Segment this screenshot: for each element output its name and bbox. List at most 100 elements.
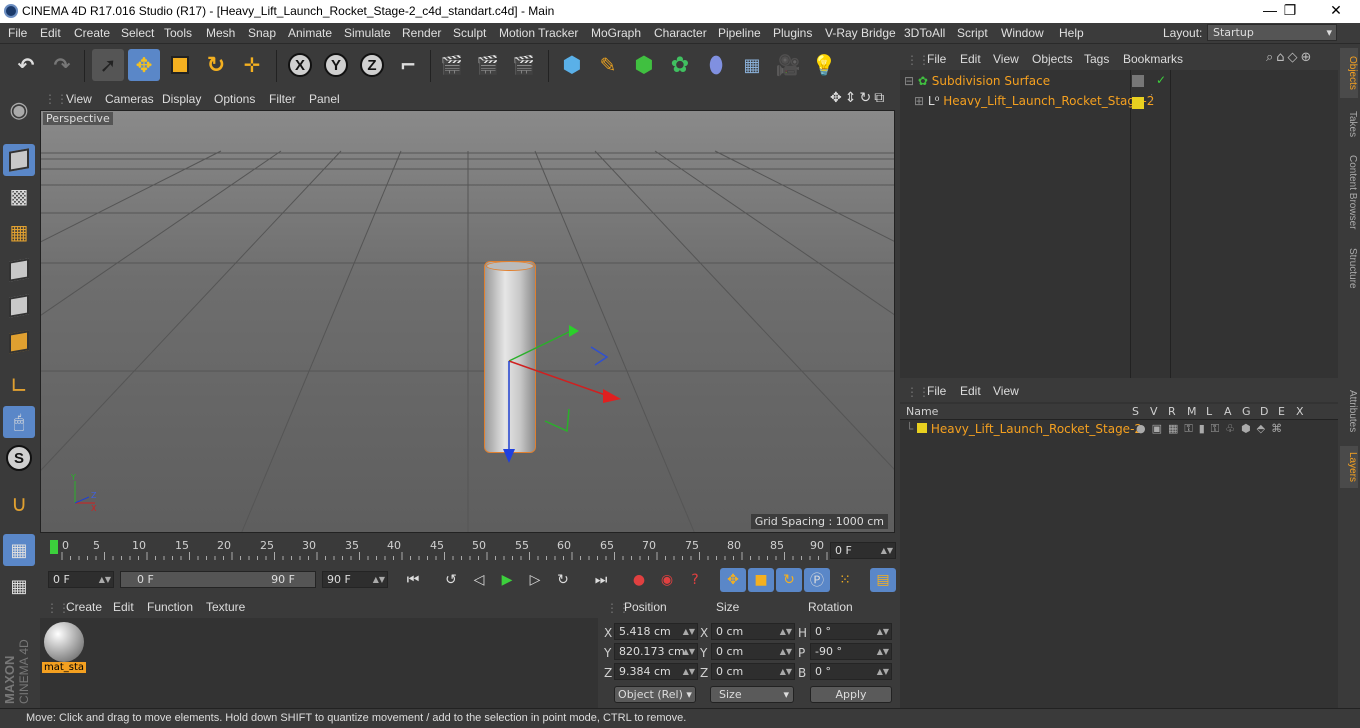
- object-search-icons[interactable]: ⌕⌂◇⊕: [1266, 50, 1314, 65]
- y-axis-button[interactable]: Y: [320, 49, 352, 81]
- z-axis-button[interactable]: Z: [356, 49, 388, 81]
- pen-icon[interactable]: ✎: [592, 49, 624, 81]
- move-icon[interactable]: ✥: [128, 49, 160, 81]
- menu-tools[interactable]: Tools: [164, 26, 192, 40]
- size-x-field[interactable]: 0 cm ▲▼: [711, 623, 795, 640]
- layout-select[interactable]: Startup ▾: [1207, 24, 1337, 41]
- texture-mode-icon[interactable]: ▩: [3, 180, 35, 212]
- timeline-window-icon[interactable]: ▤: [870, 568, 896, 592]
- floor-icon[interactable]: ▦: [736, 49, 768, 81]
- material-swatch[interactable]: mat_sta: [42, 620, 86, 678]
- menu-edit[interactable]: Edit: [40, 26, 61, 40]
- viewport-nav-icons[interactable]: ✥⇕↻⧉: [830, 90, 887, 106]
- object-row-subdivision[interactable]: ⊟ ✿ Subdivision Surface ✓: [904, 73, 1330, 92]
- menu-render[interactable]: Render: [402, 26, 441, 40]
- menu-vray-bridge[interactable]: V-Ray Bridge: [825, 26, 896, 40]
- menu-help[interactable]: Help: [1059, 26, 1084, 40]
- layer-color-swatch[interactable]: [917, 423, 928, 433]
- record-keys-icon[interactable]: ●: [626, 568, 652, 592]
- cube-icon[interactable]: ⬢: [556, 49, 588, 81]
- mograph-cloner-icon[interactable]: ✿: [664, 49, 696, 81]
- render-view-icon[interactable]: 🎬: [436, 49, 468, 81]
- position-y-field[interactable]: 820.173 cm ▲▼: [614, 643, 698, 660]
- tab-takes[interactable]: Takes: [1340, 104, 1358, 144]
- coordinate-mode-dropdown[interactable]: Object (Rel) ▾: [614, 686, 696, 703]
- start-frame-field[interactable]: 0 F ▲▼: [48, 571, 114, 588]
- menu-sculpt[interactable]: Sculpt: [453, 26, 486, 40]
- objects-menu-view[interactable]: View: [993, 52, 1019, 66]
- menu-plugins[interactable]: Plugins: [773, 26, 812, 40]
- play-icon[interactable]: ▶: [494, 568, 520, 592]
- tab-content-browser[interactable]: Content Browser: [1340, 148, 1358, 236]
- previous-key-icon[interactable]: ↺: [438, 568, 464, 592]
- viewport-menu-filter[interactable]: Filter: [269, 92, 296, 106]
- objects-menu-file[interactable]: File: [927, 52, 946, 66]
- polygons-mode-icon[interactable]: [3, 326, 35, 358]
- viewport-menu-panel[interactable]: Panel: [309, 92, 340, 106]
- edges-mode-icon[interactable]: [3, 290, 35, 322]
- objects-menu-edit[interactable]: Edit: [960, 52, 981, 66]
- coordinate-system-icon[interactable]: ⌐: [392, 49, 424, 81]
- material-menu-texture[interactable]: Texture: [206, 600, 245, 614]
- previous-frame-icon[interactable]: ◁: [466, 568, 492, 592]
- model-mode-icon[interactable]: [3, 144, 35, 176]
- menu-snap[interactable]: Snap: [248, 26, 276, 40]
- maximize-button[interactable]: ❐: [1270, 2, 1310, 19]
- layer-color-swatch[interactable]: [1132, 97, 1144, 109]
- axis-mode-icon[interactable]: ∟: [3, 370, 35, 402]
- material-menu-edit[interactable]: Edit: [113, 600, 134, 614]
- layers-menu-file[interactable]: File: [927, 384, 946, 398]
- tweak-mode-icon[interactable]: 🖱: [3, 406, 35, 438]
- end-frame-field[interactable]: 90 F ▲▼: [322, 571, 388, 588]
- timeline-ruler[interactable]: 0 5 10 15 20 25 30 35 40 45 50 55 60 65 …: [40, 536, 898, 566]
- key-parameter-icon[interactable]: Ⓟ: [804, 568, 830, 592]
- live-select-icon[interactable]: ➚: [92, 49, 124, 81]
- viewport-menu-cameras[interactable]: Cameras: [105, 92, 154, 106]
- tab-layers[interactable]: Layers: [1340, 446, 1358, 488]
- subdivision-icon[interactable]: ⬢: [628, 49, 660, 81]
- menu-file[interactable]: File: [8, 26, 27, 40]
- viewport-perspective[interactable]: Perspective Y Z X Grid Spacing : 1000 cm: [40, 110, 895, 533]
- layers-menu-edit[interactable]: Edit: [960, 384, 981, 398]
- key-position-icon[interactable]: ✥: [720, 568, 746, 592]
- autokey-icon[interactable]: ◉: [654, 568, 680, 592]
- lock-workplane-icon[interactable]: ▦: [3, 534, 35, 566]
- scale-icon[interactable]: [164, 49, 196, 81]
- tab-structure[interactable]: Structure: [1340, 242, 1358, 294]
- redo-icon[interactable]: ↷: [46, 49, 78, 81]
- checkmark-icon[interactable]: ✓: [1156, 73, 1166, 87]
- visibility-dots-icon[interactable]: ⁚: [1150, 93, 1153, 104]
- size-z-field[interactable]: 0 cm ▲▼: [711, 663, 795, 680]
- workplane-icon[interactable]: ▦: [3, 216, 35, 248]
- keyframe-selection-icon[interactable]: ?: [682, 568, 708, 592]
- key-scale-icon[interactable]: ■: [748, 568, 774, 592]
- menu-animate[interactable]: Animate: [288, 26, 332, 40]
- size-mode-dropdown[interactable]: Size ▾: [710, 686, 794, 703]
- menu-character[interactable]: Character: [654, 26, 707, 40]
- menu-mesh[interactable]: Mesh: [206, 26, 235, 40]
- frame-range-slider[interactable]: 0 F 90 F: [120, 571, 316, 588]
- rotation-h-field[interactable]: 0 ° ▲▼: [810, 623, 892, 640]
- rotation-p-field[interactable]: -90 ° ▲▼: [810, 643, 892, 660]
- menu-mograph[interactable]: MoGraph: [591, 26, 641, 40]
- next-key-icon[interactable]: ↻: [550, 568, 576, 592]
- light-icon[interactable]: 💡: [808, 49, 840, 81]
- apply-button[interactable]: Apply: [810, 686, 892, 703]
- position-x-field[interactable]: 5.418 cm ▲▼: [614, 623, 698, 640]
- menu-simulate[interactable]: Simulate: [344, 26, 391, 40]
- rotation-b-field[interactable]: 0 ° ▲▼: [810, 663, 892, 680]
- close-button[interactable]: ✕: [1316, 2, 1356, 19]
- object-row-rocket[interactable]: ⊞ L⁰ Heavy_Lift_Launch_Rocket_Stage-2 ⁚: [914, 93, 1330, 112]
- undo-icon[interactable]: ↶: [10, 49, 42, 81]
- size-y-field[interactable]: 0 cm ▲▼: [711, 643, 795, 660]
- magnet-icon[interactable]: ∪: [3, 488, 35, 520]
- layer-flag-icons[interactable]: ●▣▦⚿▮⚿♧⬢⬘⌘: [1136, 422, 1288, 436]
- current-frame-field[interactable]: 0 F ▲▼: [830, 542, 896, 559]
- objects-menu-tags[interactable]: Tags: [1084, 52, 1109, 66]
- layers-menu-view[interactable]: View: [993, 384, 1019, 398]
- menu-pipeline[interactable]: Pipeline: [718, 26, 761, 40]
- go-to-end-icon[interactable]: ⏭: [588, 568, 614, 592]
- move-gizmo[interactable]: [481, 321, 681, 481]
- viewport-menu-view[interactable]: View: [66, 92, 92, 106]
- layer-row[interactable]: └ Heavy_Lift_Launch_Rocket_Stage-2 ●▣▦⚿▮…: [906, 422, 1336, 438]
